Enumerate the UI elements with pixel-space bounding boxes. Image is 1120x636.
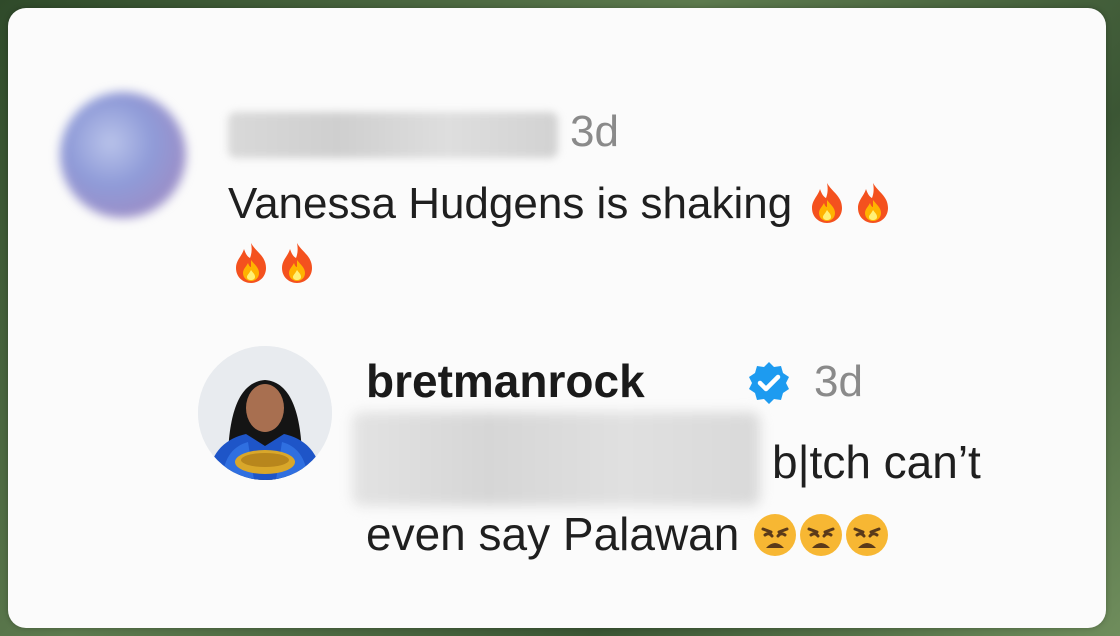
fire-emoji-icon	[812, 183, 843, 223]
fire-emoji-icon	[858, 183, 889, 223]
comment-timestamp: 3d	[570, 107, 619, 156]
comment-text: Vanessa Hudgens is shaking	[228, 179, 793, 228]
reply-username[interactable]: bretmanrock	[366, 358, 645, 404]
commenter-avatar-blurred[interactable]	[60, 92, 186, 218]
comment-card: 3d Vanessa Hudgens is shaking bretmanroc…	[8, 8, 1106, 628]
commenter-username-blurred[interactable]	[228, 112, 558, 158]
mentioned-username-blurred[interactable]	[352, 412, 760, 506]
comment-body: Vanessa Hudgens is shaking	[228, 174, 1078, 294]
weary-face-emoji-icon	[846, 514, 889, 556]
reply-text-line-2: even say Palawan	[366, 508, 740, 560]
reply-timestamp: 3d	[814, 357, 863, 406]
verified-badge-icon	[749, 362, 789, 404]
profile-photo-icon	[198, 346, 332, 480]
weary-face-emoji-icon	[754, 514, 797, 556]
reply-avatar[interactable]	[198, 346, 332, 480]
reply-text-line-2-container: even say Palawan	[366, 504, 890, 564]
fire-emoji-icon	[236, 243, 266, 283]
fire-emoji-icon	[282, 243, 312, 283]
weary-face-emoji-icon	[800, 514, 843, 556]
reply-text-line-1: b|tch can’t	[772, 436, 981, 488]
